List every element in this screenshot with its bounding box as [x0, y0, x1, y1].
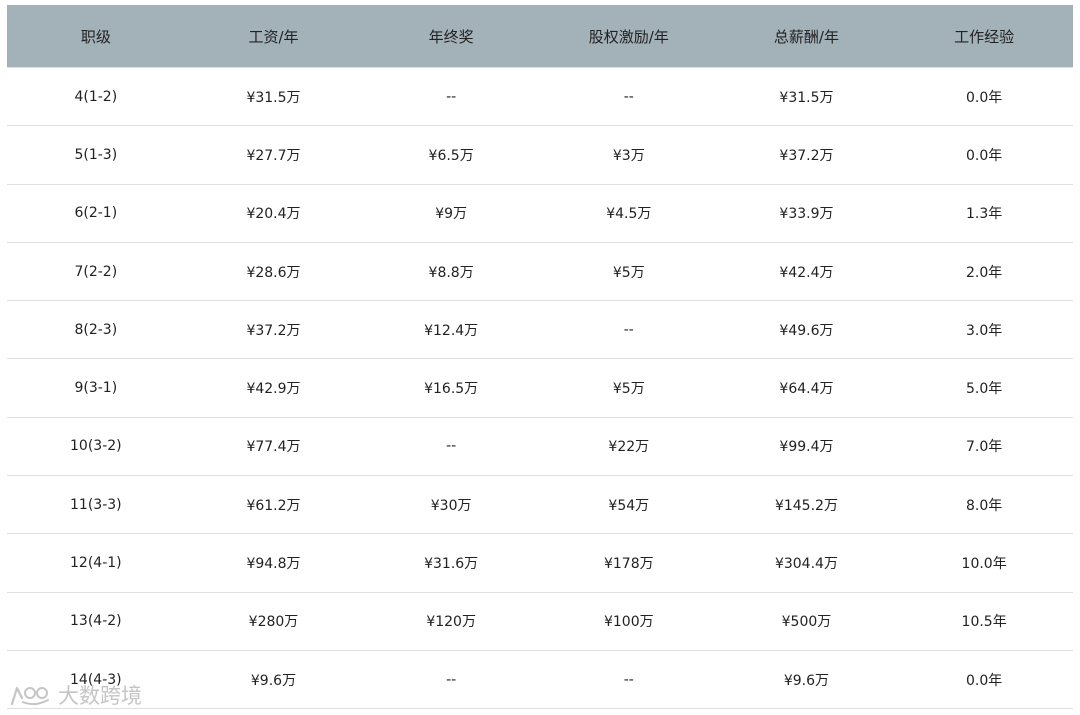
table-row: 14(4-3) ¥9.6万 -- -- ¥9.6万 0.0年	[7, 649, 1073, 710]
cell-level: 14(4-3)	[7, 649, 185, 710]
cell-bonus: --	[362, 66, 540, 126]
cell-bonus: --	[362, 649, 540, 710]
header-total: 总薪酬/年	[717, 5, 896, 68]
cell-experience: 0.0年	[895, 125, 1073, 185]
cell-salary: ¥42.9万	[184, 358, 363, 418]
cell-total: ¥31.5万	[717, 66, 896, 126]
cell-equity: ¥3万	[539, 125, 718, 185]
cell-bonus: ¥12.4万	[362, 300, 540, 359]
cell-level: 12(4-1)	[7, 533, 185, 593]
header-experience: 工作经验	[895, 5, 1073, 68]
cell-total: ¥42.4万	[717, 241, 896, 301]
cell-equity: ¥5万	[539, 358, 718, 418]
table-body: 4(1-2) ¥31.5万 -- -- ¥31.5万 0.0年 5(1-3) ¥27.7万 ¥6…	[7, 66, 1073, 710]
cell-level: 5(1-3)	[7, 125, 185, 185]
cell-experience: 3.0年	[895, 300, 1073, 359]
table-row: 9(3-1) ¥42.9万 ¥16.5万 ¥5万 ¥64.4万 5.0年	[7, 358, 1073, 418]
cell-level: 7(2-2)	[7, 241, 185, 301]
cell-equity: ¥5万	[539, 241, 718, 301]
table-row: 13(4-2) ¥280万 ¥120万 ¥100万 ¥500万 10.5年	[7, 591, 1073, 651]
cell-bonus: ¥31.6万	[362, 533, 540, 593]
cell-experience: 1.3年	[895, 183, 1073, 243]
cell-salary: ¥77.4万	[184, 416, 363, 476]
cell-equity: --	[539, 649, 718, 710]
header-row: 职级 工资/年 年终奖 股权激励/年 总薪酬/年 工作经验	[7, 5, 1073, 68]
cell-total: ¥304.4万	[717, 533, 896, 593]
cell-level: 8(2-3)	[7, 300, 185, 359]
cell-level: 9(3-1)	[7, 358, 185, 418]
cell-salary: ¥61.2万	[184, 475, 363, 534]
cell-salary: ¥27.7万	[184, 125, 363, 185]
cell-bonus: ¥8.8万	[362, 241, 540, 301]
table-row: 12(4-1) ¥94.8万 ¥31.6万 ¥178万 ¥304.4万 10.0年	[7, 533, 1073, 593]
cell-experience: 10.5年	[895, 591, 1073, 651]
cell-salary: ¥31.5万	[184, 66, 363, 126]
header-level: 职级	[7, 5, 185, 68]
cell-experience: 5.0年	[895, 358, 1073, 418]
cell-level: 11(3-3)	[7, 475, 185, 534]
cell-experience: 2.0年	[895, 241, 1073, 301]
cell-bonus: ¥120万	[362, 591, 540, 651]
cell-bonus: ¥30万	[362, 475, 540, 534]
header-equity: 股权激励/年	[539, 5, 718, 68]
cell-level: 6(2-1)	[7, 183, 185, 243]
cell-total: ¥49.6万	[717, 300, 896, 359]
cell-total: ¥9.6万	[717, 649, 896, 710]
table-row: 8(2-3) ¥37.2万 ¥12.4万 -- ¥49.6万 3.0年	[7, 300, 1073, 359]
table-row: 6(2-1) ¥20.4万 ¥9万 ¥4.5万 ¥33.9万 1.3年	[7, 183, 1073, 243]
cell-salary: ¥37.2万	[184, 300, 363, 359]
table-row: 10(3-2) ¥77.4万 -- ¥22万 ¥99.4万 7.0年	[7, 416, 1073, 476]
cell-equity: --	[539, 300, 718, 359]
cell-total: ¥99.4万	[717, 416, 896, 476]
cell-total: ¥33.9万	[717, 183, 896, 243]
cell-bonus: ¥6.5万	[362, 125, 540, 185]
cell-experience: 0.0年	[895, 66, 1073, 126]
cell-equity: ¥100万	[539, 591, 718, 651]
cell-equity: ¥22万	[539, 416, 718, 476]
cell-salary: ¥20.4万	[184, 183, 363, 243]
cell-equity: ¥54万	[539, 475, 718, 534]
salary-table: 职级 工资/年 年终奖 股权激励/年 总薪酬/年 工作经验 4(1-2) ¥31.…	[7, 5, 1073, 710]
cell-total: ¥64.4万	[717, 358, 896, 418]
cell-equity: --	[539, 66, 718, 126]
table-row: 7(2-2) ¥28.6万 ¥8.8万 ¥5万 ¥42.4万 2.0年	[7, 241, 1073, 301]
cell-bonus: ¥9万	[362, 183, 540, 243]
header-bonus: 年终奖	[362, 5, 540, 68]
cell-salary: ¥94.8万	[184, 533, 363, 593]
cell-experience: 0.0年	[895, 649, 1073, 710]
cell-total: ¥145.2万	[717, 475, 896, 534]
cell-experience: 8.0年	[895, 475, 1073, 534]
table-row: 5(1-3) ¥27.7万 ¥6.5万 ¥3万 ¥37.2万 0.0年	[7, 125, 1073, 185]
cell-level: 4(1-2)	[7, 66, 185, 126]
cell-level: 10(3-2)	[7, 416, 185, 476]
cell-salary: ¥9.6万	[184, 649, 363, 710]
cell-salary: ¥280万	[184, 591, 363, 651]
table-row: 11(3-3) ¥61.2万 ¥30万 ¥54万 ¥145.2万 8.0年	[7, 475, 1073, 534]
cell-level: 13(4-2)	[7, 591, 185, 651]
table-row: 4(1-2) ¥31.5万 -- -- ¥31.5万 0.0年	[7, 66, 1073, 126]
cell-salary: ¥28.6万	[184, 241, 363, 301]
header-salary: 工资/年	[184, 5, 363, 68]
cell-experience: 7.0年	[895, 416, 1073, 476]
cell-equity: ¥178万	[539, 533, 718, 593]
cell-bonus: ¥16.5万	[362, 358, 540, 418]
cell-equity: ¥4.5万	[539, 183, 718, 243]
cell-total: ¥37.2万	[717, 125, 896, 185]
cell-experience: 10.0年	[895, 533, 1073, 593]
cell-bonus: --	[362, 416, 540, 476]
cell-total: ¥500万	[717, 591, 896, 651]
